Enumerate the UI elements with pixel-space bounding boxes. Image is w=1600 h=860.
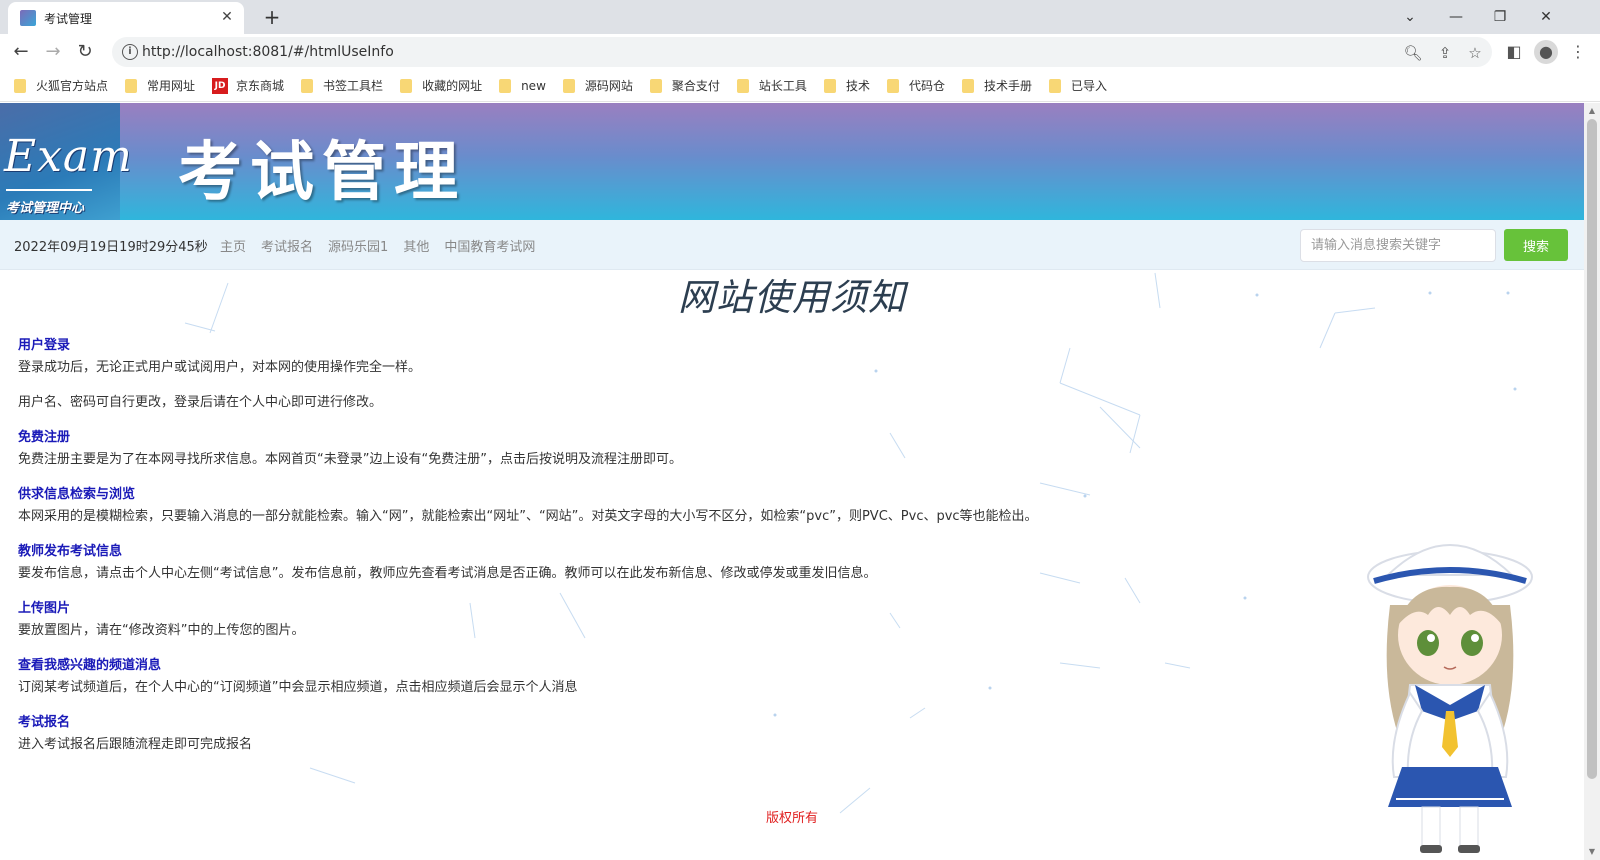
- top-navbar: 2022年09月19日19时29分45秒 主页 考试报名 源码乐园1 其他 中国…: [0, 220, 1584, 270]
- section-paragraph: 用户名、密码可自行更改，登录后请在个人中心即可进行修改。: [18, 395, 383, 410]
- page-title: 网站使用须知: [678, 276, 906, 319]
- side-panel-icon[interactable]: ◧: [1502, 40, 1526, 64]
- folder-icon: [886, 78, 899, 93]
- nav-links: 主页 考试报名 源码乐园1 其他 中国教育考试网: [220, 236, 550, 255]
- logo-text: Exam: [4, 131, 133, 182]
- favicon-icon: [20, 10, 36, 26]
- bookmark-item[interactable]: 火狐官方站点: [14, 77, 108, 94]
- section-channel-messages: 查看我感兴趣的频道消息 订阅某考试频道后，在个人中心的“订阅频道”中会显示相应频…: [18, 655, 1098, 698]
- section-title: 教师发布考试信息: [18, 544, 123, 559]
- nav-link-other[interactable]: 其他: [403, 236, 429, 255]
- section-paragraph: 进入考试报名后跟随流程走即可完成报名: [18, 737, 253, 752]
- address-bar[interactable]: i http://localhost:8081/#/htmlUseInfo 🔍︎…: [112, 37, 1492, 67]
- folder-icon: [301, 78, 314, 93]
- logo-subtitle: 考试管理中心: [6, 201, 85, 216]
- profile-avatar-icon[interactable]: ●: [1534, 40, 1558, 64]
- nav-link-china-exam-site[interactable]: 中国教育考试网: [444, 236, 535, 255]
- usage-notice-content: 用户登录 登录成功后，无论正式用户或试阅用户，对本网的使用操作完全一样。 用户名…: [18, 335, 1098, 769]
- section-paragraph: 本网采用的是模糊检索，只要输入消息的一部分就能检索。输入“网”，就能检索出“网址…: [18, 509, 1038, 524]
- section-search-browse: 供求信息检索与浏览 本网采用的是模糊检索，只要输入消息的一部分就能检索。输入“网…: [18, 484, 1098, 527]
- browser-tab[interactable]: 考试管理 ✕: [8, 2, 244, 34]
- back-arrow-icon[interactable]: ←: [8, 39, 34, 65]
- section-title: 上传图片: [18, 601, 71, 616]
- scroll-up-arrow-icon[interactable]: ▲: [1584, 103, 1600, 119]
- banner-title: 考试管理: [178, 135, 466, 210]
- section-paragraph: 要发布信息，请点击个人中心左侧“考试信息”。发布信息前，教师应先查看考试消息是否…: [18, 566, 877, 581]
- section-paragraph: 登录成功后，无论正式用户或试阅用户，对本网的使用操作完全一样。: [18, 360, 422, 375]
- bookmark-item[interactable]: 收藏的网址: [400, 77, 482, 94]
- nav-link-exam-signup[interactable]: 考试报名: [261, 236, 313, 255]
- site-banner: Exam 考试管理中心 考试管理: [0, 103, 1584, 220]
- restore-button[interactable]: ❐: [1480, 4, 1520, 30]
- section-paragraph: 要放置图片，请在“修改资料”中的上传您的图片。: [18, 623, 305, 638]
- tab-title: 考试管理: [44, 12, 93, 26]
- tab-search-icon[interactable]: ⌄: [1390, 4, 1430, 30]
- minimize-button[interactable]: —: [1436, 4, 1476, 30]
- share-icon[interactable]: ⇪: [1434, 42, 1456, 64]
- bookmark-item[interactable]: 书签工具栏: [301, 77, 383, 94]
- section-teacher-publish: 教师发布考试信息 要发布信息，请点击个人中心左侧“考试信息”。发布信息前，教师应…: [18, 541, 1098, 584]
- reload-icon[interactable]: ↻: [72, 39, 98, 65]
- current-datetime: 2022年09月19日19时29分45秒: [14, 240, 208, 255]
- section-user-login: 用户登录 登录成功后，无论正式用户或试阅用户，对本网的使用操作完全一样。 用户名…: [18, 335, 1098, 413]
- bookmark-item[interactable]: 常用网址: [125, 77, 195, 94]
- bookmark-star-icon[interactable]: ☆: [1464, 42, 1486, 64]
- bookmark-item[interactable]: 站长工具: [736, 77, 807, 94]
- page-scrollbar[interactable]: ▲ ▼: [1584, 103, 1600, 860]
- section-title: 考试报名: [18, 715, 71, 730]
- copyright-footer: 版权所有: [765, 811, 818, 826]
- folder-icon: [499, 78, 512, 93]
- bookmark-item[interactable]: 聚合支付: [649, 77, 720, 94]
- section-upload-image: 上传图片 要放置图片，请在“修改资料”中的上传您的图片。: [18, 598, 1098, 641]
- bookmark-item[interactable]: 代码仓: [886, 77, 945, 94]
- forward-arrow-icon[interactable]: →: [40, 39, 66, 65]
- zoom-icon[interactable]: 🔍︎: [1402, 42, 1424, 64]
- close-tab-icon[interactable]: ✕: [218, 8, 236, 26]
- section-exam-signup: 考试报名 进入考试报名后跟随流程走即可完成报名: [18, 712, 1098, 755]
- page-viewport: Exam 考试管理中心 考试管理 2022年09月19日19时29分45秒 主页…: [0, 103, 1584, 860]
- mascot-illustration: [1367, 544, 1533, 853]
- nav-link-source-park[interactable]: 源码乐园1: [328, 236, 388, 255]
- browser-tab-bar: 考试管理 ✕ + ⌄ — ❐ ✕: [0, 0, 1600, 34]
- logo-divider: [6, 189, 92, 191]
- bookmark-item[interactable]: 已导入: [1048, 77, 1107, 94]
- nav-link-home[interactable]: 主页: [220, 236, 246, 255]
- site-info-icon[interactable]: i: [122, 44, 138, 60]
- menu-kebab-icon[interactable]: ⋮: [1566, 40, 1590, 64]
- exam-logo: Exam 考试管理中心: [0, 103, 132, 220]
- section-title: 用户登录: [18, 338, 71, 353]
- bookmark-item[interactable]: new: [499, 78, 546, 93]
- scrollbar-thumb[interactable]: [1587, 119, 1597, 779]
- folder-icon: [1048, 78, 1061, 93]
- bookmark-item[interactable]: 技术手册: [961, 77, 1032, 94]
- bookmarks-bar: 火狐官方站点 常用网址 JD 京东商城 书签工具栏 收藏的网址 new 源码网站 …: [0, 70, 1600, 102]
- folder-icon: [736, 78, 749, 93]
- folder-icon: [125, 78, 138, 93]
- bookmark-item[interactable]: JD 京东商城: [212, 77, 284, 94]
- bookmark-item[interactable]: 技术: [823, 77, 870, 94]
- folder-icon: [823, 78, 836, 93]
- new-tab-button[interactable]: +: [258, 3, 286, 31]
- url-text[interactable]: http://localhost:8081/#/htmlUseInfo: [142, 44, 394, 60]
- close-window-button[interactable]: ✕: [1526, 4, 1566, 30]
- folder-icon: [649, 78, 662, 93]
- folder-icon: [961, 78, 974, 93]
- folder-icon: [400, 78, 413, 93]
- search-button[interactable]: 搜索: [1504, 229, 1568, 261]
- search-input[interactable]: [1300, 229, 1496, 262]
- section-paragraph: 订阅某考试频道后，在个人中心的“订阅频道”中会显示相应频道，点击相应频道后会显示…: [18, 680, 578, 695]
- section-paragraph: 免费注册主要是为了在本网寻找所求信息。本网首页“未登录”边上设有“免费注册”，点…: [18, 452, 682, 467]
- folder-icon: [14, 78, 26, 93]
- folder-icon: [562, 78, 575, 93]
- jd-logo-icon: JD: [212, 77, 229, 94]
- browser-toolbar: ← → ↻ i http://localhost:8081/#/htmlUseI…: [0, 34, 1600, 70]
- section-free-register: 免费注册 免费注册主要是为了在本网寻找所求信息。本网首页“未登录”边上设有“免费…: [18, 427, 1098, 470]
- section-title: 供求信息检索与浏览: [18, 487, 136, 502]
- section-title: 查看我感兴趣的频道消息: [18, 658, 162, 673]
- bookmark-item[interactable]: 源码网站: [562, 77, 633, 94]
- section-title: 免费注册: [18, 430, 71, 445]
- scroll-down-arrow-icon[interactable]: ▼: [1584, 844, 1600, 860]
